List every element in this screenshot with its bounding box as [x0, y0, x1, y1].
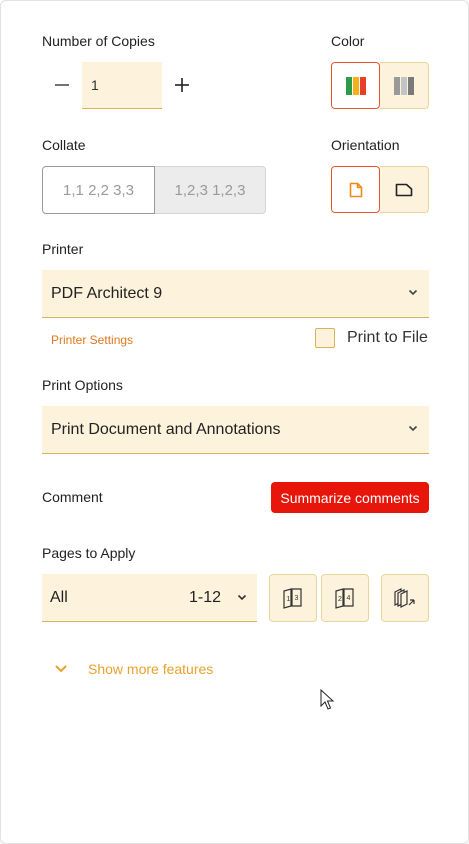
print-options-value: Print Document and Annotations — [51, 420, 281, 438]
pages-select-value: All — [50, 589, 68, 606]
print-to-file-checkbox[interactable] — [315, 328, 335, 348]
decrease-copies-button[interactable] — [42, 62, 82, 108]
print-options-select[interactable]: Print Document and Annotations — [42, 406, 429, 454]
copies-label: Number of Copies — [42, 33, 155, 49]
landscape-icon — [395, 183, 413, 196]
printer-settings-link[interactable]: Printer Settings — [51, 333, 133, 347]
odd-pages-button[interactable]: 1 3 — [269, 574, 317, 622]
plus-icon — [175, 78, 189, 92]
svg-text:1: 1 — [287, 596, 291, 603]
show-more-features-label: Show more features — [88, 661, 214, 677]
collate-label: Collate — [42, 137, 86, 153]
grayscale-print-icon — [394, 76, 414, 95]
grayscale-mode-button[interactable] — [380, 62, 429, 109]
even-pages-icon: 2 4 — [335, 588, 354, 609]
collate-option-grouped[interactable]: 1,1 2,2 3,3 — [42, 166, 155, 214]
summarize-comments-button[interactable]: Summarize comments — [271, 482, 429, 513]
printer-select[interactable]: PDF Architect 9 — [42, 270, 429, 318]
color-label: Color — [331, 33, 365, 49]
print-settings-panel: Number of Copies Color Collate 1,1 2,2 3… — [0, 0, 469, 844]
even-pages-button[interactable]: 2 4 — [321, 574, 369, 622]
color-mode-button[interactable] — [331, 62, 380, 109]
print-options-label: Print Options — [42, 377, 123, 393]
orientation-toggle-group — [331, 166, 429, 213]
copies-input[interactable] — [82, 62, 162, 109]
portrait-button[interactable] — [331, 166, 380, 213]
collate-toggle-group: 1,1 2,2 3,3 1,2,3 1,2,3 — [42, 166, 266, 214]
printer-label: Printer — [42, 241, 84, 257]
orientation-label: Orientation — [331, 137, 400, 153]
chevron-down-icon — [237, 594, 247, 601]
chevron-down-icon — [408, 425, 418, 432]
color-print-icon — [345, 76, 366, 95]
color-toggle-group — [331, 62, 429, 109]
minus-icon — [55, 84, 69, 86]
collate-option-sequential[interactable]: 1,2,3 1,2,3 — [155, 166, 266, 214]
landscape-button[interactable] — [380, 166, 429, 213]
reverse-pages-icon — [394, 588, 415, 608]
mouse-cursor-icon — [320, 689, 334, 710]
comment-label: Comment — [42, 489, 103, 505]
show-more-features-toggle[interactable]: Show more features — [54, 661, 213, 677]
svg-text:4: 4 — [347, 595, 351, 602]
svg-text:2: 2 — [338, 596, 342, 603]
odd-pages-icon: 1 3 — [283, 588, 302, 609]
portrait-icon — [349, 182, 362, 197]
reverse-pages-button[interactable] — [381, 574, 429, 622]
increase-copies-button[interactable] — [162, 62, 202, 108]
pages-label: Pages to Apply — [42, 545, 136, 561]
print-to-file-label: Print to File — [347, 329, 428, 346]
pages-select[interactable]: All 1-12 — [42, 574, 257, 622]
pages-range: 1-12 — [188, 589, 221, 606]
svg-text:3: 3 — [295, 595, 299, 602]
chevron-down-icon — [55, 665, 67, 673]
chevron-down-icon — [408, 289, 418, 296]
printer-select-value: PDF Architect 9 — [51, 284, 163, 302]
